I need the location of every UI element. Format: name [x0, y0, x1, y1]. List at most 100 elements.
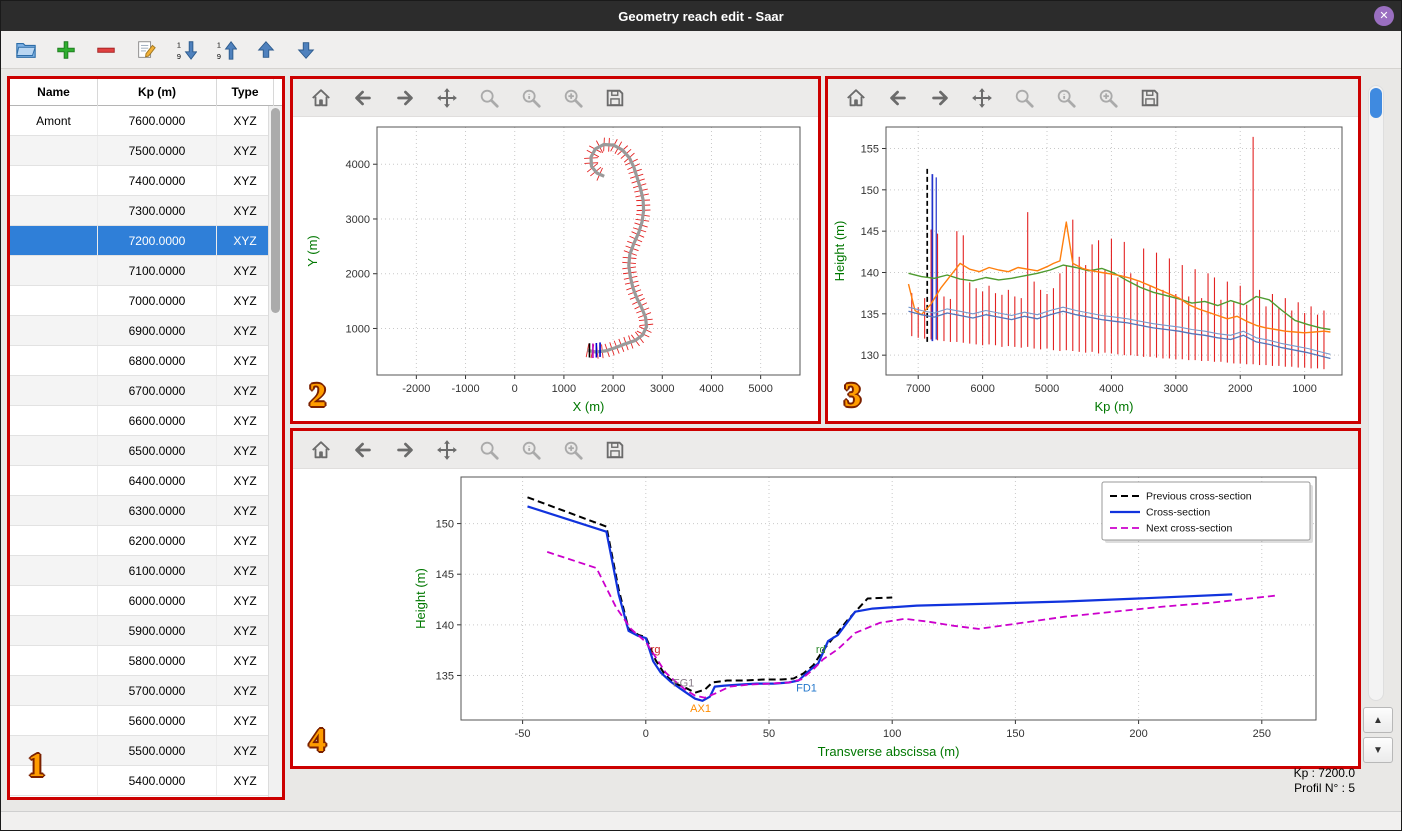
svg-text:1000: 1000 [552, 383, 576, 395]
pan-button[interactable] [435, 437, 460, 462]
cell-kp: 7600.0000 [98, 106, 217, 135]
svg-text:FD1: FD1 [796, 683, 817, 695]
svg-text:135: 135 [861, 309, 879, 321]
table-row[interactable]: 7300.0000 XYZ [10, 196, 268, 226]
remove-button[interactable] [93, 36, 120, 63]
cell-kp: 6500.0000 [98, 436, 217, 465]
forward-button[interactable] [393, 437, 418, 462]
pan-button[interactable] [435, 85, 460, 110]
table-row[interactable]: 6300.0000 XYZ [10, 496, 268, 526]
cell-name [10, 526, 98, 555]
back-button[interactable] [351, 437, 376, 462]
plan-view-panel: -2000 -1000 0 1000 2000 3000 4000 5000 1000 2000 3… [290, 76, 821, 424]
zoom-info-button[interactable] [519, 437, 544, 462]
table-row[interactable]: 6700.0000 XYZ [10, 376, 268, 406]
table-row[interactable]: 5700.0000 XYZ [10, 676, 268, 706]
zoom-info-button[interactable] [1054, 85, 1079, 110]
close-button[interactable]: ✕ [1374, 6, 1394, 26]
zoom-info-icon [522, 441, 541, 460]
table-row[interactable]: 5400.0000 XYZ [10, 766, 268, 796]
table-row[interactable]: 5600.0000 XYZ [10, 706, 268, 736]
svg-text:3000: 3000 [1164, 383, 1188, 395]
pan-icon [972, 87, 992, 108]
table-row[interactable]: 6100.0000 XYZ [10, 556, 268, 586]
sort-up-icon: 19 [217, 40, 237, 61]
table-row[interactable]: 7200.0000 XYZ [10, 226, 268, 256]
home-button[interactable] [309, 437, 334, 462]
plan-chart[interactable]: -2000 -1000 0 1000 2000 3000 4000 5000 1000 2000 3… [293, 117, 818, 421]
header-type: Type [217, 79, 274, 106]
cell-type: XYZ [217, 286, 268, 315]
cell-type: XYZ [217, 256, 268, 285]
cell-kp: 6200.0000 [98, 526, 217, 555]
cell-kp: 5500.0000 [98, 736, 217, 765]
profile-down-button[interactable]: ▼ [1363, 737, 1393, 763]
table-row[interactable]: 7100.0000 XYZ [10, 256, 268, 286]
move-up-button[interactable] [253, 36, 280, 63]
svg-text:3000: 3000 [346, 214, 370, 226]
zoom-plus-button[interactable] [561, 85, 586, 110]
forward-icon [932, 90, 948, 105]
table-row[interactable]: 5800.0000 XYZ [10, 646, 268, 676]
cross-section-chart[interactable]: -50 0 50 100 150 200 250 135 140 145 150 Transverse… [293, 469, 1358, 766]
table-row[interactable]: 6500.0000 XYZ [10, 436, 268, 466]
save-button[interactable] [603, 437, 628, 462]
cell-kp: 6700.0000 [98, 376, 217, 405]
table-row[interactable]: 7500.0000 XYZ [10, 136, 268, 166]
table-row[interactable]: 5500.0000 XYZ [10, 736, 268, 766]
table-scrollbar[interactable] [268, 106, 282, 797]
save-button[interactable] [603, 85, 628, 110]
table-row[interactable]: 7000.0000 XYZ [10, 286, 268, 316]
svg-text:5000: 5000 [748, 383, 772, 395]
table-row[interactable]: 6800.0000 XYZ [10, 346, 268, 376]
cell-name [10, 376, 98, 405]
svg-text:X (m): X (m) [573, 399, 605, 414]
table-row[interactable]: Amont 7600.0000 XYZ [10, 106, 268, 136]
cell-name [10, 676, 98, 705]
sort-up-button[interactable]: 19 [213, 36, 240, 63]
cell-type: XYZ [217, 676, 268, 705]
save-button[interactable] [1138, 85, 1163, 110]
svg-text:6000: 6000 [970, 383, 994, 395]
table-row[interactable]: 6600.0000 XYZ [10, 406, 268, 436]
forward-button[interactable] [393, 85, 418, 110]
table-row[interactable]: 5900.0000 XYZ [10, 616, 268, 646]
zoom-button[interactable] [477, 437, 502, 462]
profile-chart[interactable]: 7000 6000 5000 4000 3000 2000 1000 130 135 140 145… [828, 117, 1358, 421]
svg-text:4000: 4000 [699, 383, 723, 395]
add-button[interactable] [53, 36, 80, 63]
table-header: Name Kp (m) Type [10, 79, 282, 106]
zoom-info-button[interactable] [519, 85, 544, 110]
profile-scrollbar[interactable] [1368, 85, 1384, 701]
sort-down-button[interactable]: 19 [173, 36, 200, 63]
table-row[interactable]: 6200.0000 XYZ [10, 526, 268, 556]
zoom-button[interactable] [477, 85, 502, 110]
back-button[interactable] [351, 85, 376, 110]
table-scrollbar-thumb[interactable] [271, 108, 280, 313]
open-button[interactable] [13, 36, 40, 63]
edit-button[interactable] [133, 36, 160, 63]
home-button[interactable] [309, 85, 334, 110]
table-row[interactable]: 6000.0000 XYZ [10, 586, 268, 616]
pan-button[interactable] [970, 85, 995, 110]
table-row[interactable]: 6900.0000 XYZ [10, 316, 268, 346]
forward-icon [397, 442, 413, 457]
pan-icon [437, 439, 457, 460]
zoom-plus-button[interactable] [561, 437, 586, 462]
cell-type: XYZ [217, 556, 268, 585]
zoom-button[interactable] [1012, 85, 1037, 110]
table-row[interactable]: 6400.0000 XYZ [10, 466, 268, 496]
svg-text:Next cross-section: Next cross-section [1146, 523, 1233, 535]
edit-icon [138, 40, 156, 58]
cross-section-plot-toolbar [293, 431, 1358, 469]
zoom-plus-button[interactable] [1096, 85, 1121, 110]
back-button[interactable] [886, 85, 911, 110]
svg-text:-2000: -2000 [402, 383, 430, 395]
svg-text:rg: rg [651, 644, 661, 656]
forward-button[interactable] [928, 85, 953, 110]
profile-up-button[interactable]: ▲ [1363, 707, 1393, 733]
move-down-button[interactable] [293, 36, 320, 63]
home-button[interactable] [844, 85, 869, 110]
table-row[interactable]: 7400.0000 XYZ [10, 166, 268, 196]
profile-scrollbar-thumb[interactable] [1370, 88, 1382, 118]
